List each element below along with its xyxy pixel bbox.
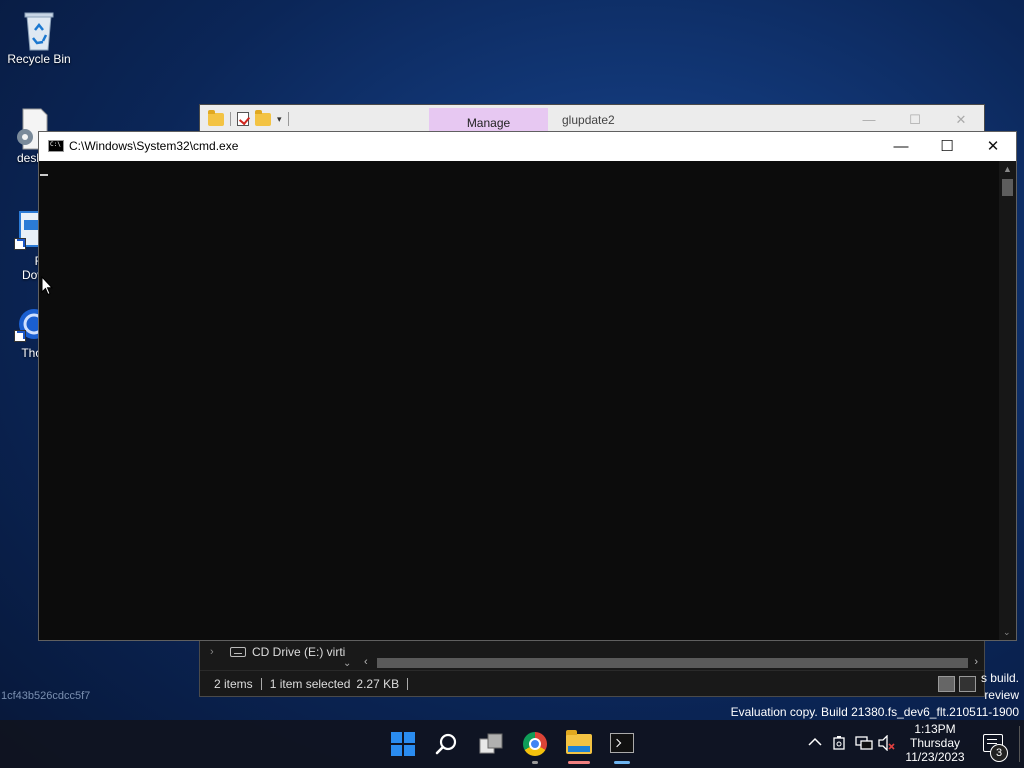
clock-time: 1:13PM (914, 722, 956, 736)
new-folder-icon[interactable] (255, 109, 271, 126)
running-indicator (532, 761, 538, 764)
status-divider (260, 677, 262, 690)
scroll-right-arrow[interactable]: › (974, 656, 978, 668)
explorer-status-bar: 2 items 1 item selected 2.27 KB (200, 670, 984, 696)
watermark-line-2: review (984, 688, 1019, 702)
selection-size: 2.27 KB (356, 676, 400, 691)
search-icon[interactable] (435, 732, 459, 756)
cmd-window-controls: — ☐ ✕ (878, 132, 1016, 161)
selection-count: 1 item selected (269, 676, 351, 691)
nav-scroll-down-arrow[interactable]: ⌄ (343, 658, 351, 669)
cmd-vertical-scrollbar[interactable]: ▲ ⌄ (999, 161, 1016, 640)
chrome-icon[interactable] (523, 732, 547, 756)
scroll-up-arrow[interactable]: ▲ (1003, 164, 1012, 174)
nav-item-cd-drive[interactable]: › CD Drive (E:) virti (210, 645, 345, 659)
scroll-down-arrow[interactable]: ⌄ (1003, 627, 1011, 638)
close-button[interactable]: ✕ (970, 132, 1016, 161)
properties-check-icon[interactable] (237, 112, 249, 126)
horizontal-scrollbar[interactable]: ‹ › (360, 655, 982, 671)
machine-hash-text: 1cf43b526cdcc5f7 (1, 690, 91, 702)
cd-drive-icon (230, 647, 246, 657)
scrollbar-thumb[interactable] (377, 658, 968, 668)
desktop-icon-label: Recycle Bin (7, 52, 71, 66)
clock-day: Thursday (909, 736, 961, 750)
volume-muted-icon[interactable] (878, 734, 896, 754)
cmd-window-title: C:\Windows\System32\cmd.exe (69, 139, 239, 153)
shortcut-arrow-icon (14, 330, 26, 342)
toolbar-divider (230, 112, 231, 126)
chevron-up-icon[interactable] (808, 735, 822, 752)
maximize-button[interactable]: ☐ (924, 132, 970, 161)
notification-count-badge: 3 (990, 744, 1008, 762)
scroll-left-arrow[interactable]: ‹ (364, 656, 368, 668)
navigation-pane[interactable]: › CD Drive (E:) virti (200, 639, 358, 669)
watermark-line-1: s build. (980, 671, 1019, 685)
quick-access-toolbar: ▾ (208, 109, 289, 126)
show-desktop-button[interactable] (1019, 726, 1020, 762)
windows-start-icon[interactable] (391, 732, 415, 756)
cmd-icon[interactable] (610, 733, 634, 753)
explorer-window-title: glupdate2 (562, 113, 615, 127)
network-icon[interactable] (855, 735, 873, 754)
file-explorer-icon[interactable] (566, 730, 592, 754)
shortcut-arrow-icon (14, 238, 26, 250)
taskbar: 1:13PM Thursday 11/23/2023 3 (0, 720, 1024, 768)
recycle-bin-icon (19, 8, 59, 51)
cmd-app-icon (48, 140, 64, 152)
details-view-button[interactable] (938, 676, 955, 692)
toolbar-divider (287, 112, 289, 126)
task-view-icon[interactable] (479, 733, 503, 755)
running-indicator (568, 761, 590, 764)
customize-dropdown-icon[interactable]: ▾ (277, 114, 282, 125)
battery-icon[interactable] (832, 735, 846, 754)
text-cursor (40, 174, 48, 176)
nav-item-label: CD Drive (E:) virti (252, 645, 346, 659)
cmd-titlebar[interactable]: C:\Windows\System32\cmd.exe — ☐ ✕ (39, 132, 1016, 161)
active-indicator (614, 761, 630, 764)
status-divider (407, 677, 409, 690)
watermark-line-3: Evaluation copy. Build 21380.fs_dev6_flt… (730, 705, 1019, 719)
clock-date: 11/23/2023 (905, 750, 965, 764)
minimize-button[interactable]: — (878, 132, 924, 161)
taskbar-clock[interactable]: 1:13PM Thursday 11/23/2023 (900, 722, 970, 764)
chevron-right-icon[interactable]: › (210, 646, 224, 658)
cmd-window[interactable]: C:\Windows\System32\cmd.exe — ☐ ✕ ▲ ⌄ (38, 131, 1017, 641)
item-count: 2 items (214, 676, 253, 691)
large-icons-view-button[interactable] (959, 676, 976, 692)
folder-icon[interactable] (208, 109, 224, 126)
scrollbar-thumb[interactable] (1002, 179, 1013, 196)
view-toggle-buttons (938, 676, 976, 692)
desktop-icon-recycle-bin[interactable]: Recycle Bin (4, 8, 74, 66)
